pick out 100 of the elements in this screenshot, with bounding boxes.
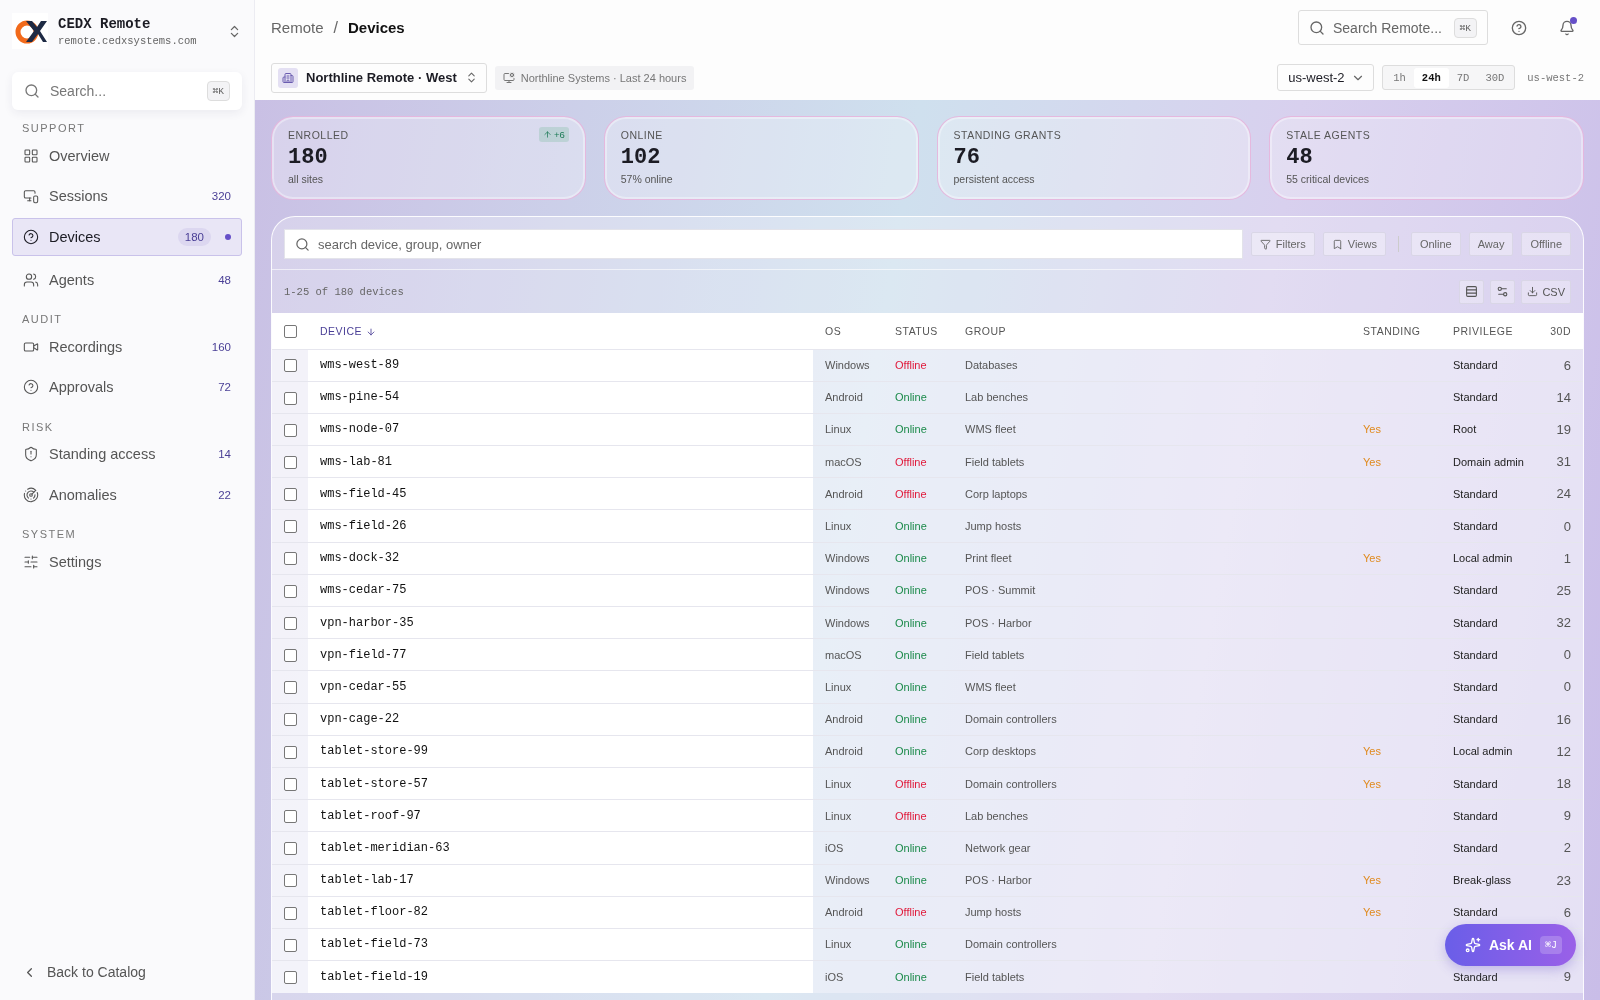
checkbox[interactable] xyxy=(284,713,297,727)
device-name[interactable]: tablet-field-73 xyxy=(308,928,813,961)
privilege-text: Standard xyxy=(1453,359,1498,372)
device-name[interactable]: wms-field-45 xyxy=(308,477,813,510)
checkbox[interactable] xyxy=(284,455,297,469)
range-option[interactable]: 1h xyxy=(1385,67,1414,88)
nav-item[interactable]: Approvals 72 xyxy=(12,368,242,406)
nav-item[interactable]: Settings xyxy=(12,542,242,581)
status-filter-chip[interactable]: Away xyxy=(1468,232,1514,256)
nav-item[interactable]: Standing access 14 xyxy=(12,435,242,473)
density-button[interactable] xyxy=(1459,279,1485,304)
breadcrumb-item[interactable]: Remote xyxy=(271,19,324,36)
range-option[interactable]: 30D xyxy=(1477,67,1513,88)
search-field[interactable]: Search... ⌘K xyxy=(12,72,242,110)
table-cell: iOS xyxy=(813,831,883,864)
checkbox[interactable] xyxy=(284,359,297,373)
privilege-text: Local admin xyxy=(1453,745,1513,758)
status-text: Offline xyxy=(895,359,927,372)
status-text: Online xyxy=(895,648,927,661)
device-name[interactable]: vpn-harbor-35 xyxy=(308,606,813,639)
help-icon xyxy=(1511,19,1527,36)
table-cell: WMS fleet xyxy=(953,413,1351,446)
status-filter-chip[interactable]: Offline xyxy=(1521,232,1571,256)
column-header[interactable]: PRIVILEGE xyxy=(1441,313,1531,349)
device-name[interactable]: tablet-store-99 xyxy=(308,735,813,768)
nav-item[interactable]: Recordings 160 xyxy=(12,327,242,366)
privilege-text: Standard xyxy=(1453,391,1498,404)
checkbox[interactable] xyxy=(284,423,297,437)
range-option[interactable]: 7D xyxy=(1448,67,1478,88)
device-name[interactable]: tablet-lab-17 xyxy=(308,864,813,897)
search-field[interactable]: Search Remote... ⌘K xyxy=(1298,10,1488,45)
nav-item[interactable]: Devices 180 xyxy=(12,217,242,256)
device-name[interactable]: wms-lab-81 xyxy=(308,445,813,478)
checkbox[interactable] xyxy=(284,584,297,598)
column-header[interactable]: STANDING xyxy=(1351,313,1441,349)
back-link[interactable]: Back to Catalog xyxy=(12,956,242,988)
shield-icon xyxy=(23,446,39,462)
device-name[interactable]: vpn-cage-22 xyxy=(308,703,813,736)
columns-button[interactable] xyxy=(1490,279,1516,304)
csv-button[interactable]: CSV xyxy=(1521,279,1571,304)
column-header[interactable]: STATUS xyxy=(883,313,953,349)
checkbox[interactable] xyxy=(284,842,297,856)
device-name[interactable]: wms-field-26 xyxy=(308,509,813,543)
privilege-text: Standard xyxy=(1453,777,1498,790)
column-header[interactable]: 30D xyxy=(1531,313,1583,349)
status-text: Online xyxy=(895,423,927,436)
checkbox[interactable] xyxy=(284,324,297,338)
checkbox[interactable] xyxy=(284,938,297,952)
column-header[interactable]: GROUP xyxy=(953,313,1351,349)
column-header[interactable]: DEVICE xyxy=(308,313,813,349)
checkbox[interactable] xyxy=(284,777,297,791)
device-name[interactable]: tablet-field-19 xyxy=(308,960,813,993)
checkbox[interactable] xyxy=(284,616,297,630)
nav-item[interactable]: Agents 48 xyxy=(12,260,242,299)
device-name[interactable]: wms-pine-54 xyxy=(308,381,813,414)
checkbox[interactable] xyxy=(284,391,297,405)
standing-text: Yes xyxy=(1363,906,1381,919)
device-name[interactable]: vpn-field-77 xyxy=(308,638,813,671)
device-name[interactable]: tablet-roof-97 xyxy=(308,799,813,832)
count-text: 6 xyxy=(1563,357,1571,373)
nav-item[interactable]: Anomalies 22 xyxy=(12,475,242,514)
status-text: Online xyxy=(895,552,927,565)
stat-caption: all sites xyxy=(288,173,324,185)
device-name[interactable]: wms-cedar-75 xyxy=(308,574,813,607)
sliders-icon xyxy=(1496,285,1510,298)
checkbox[interactable] xyxy=(284,745,297,759)
status-filter-chip[interactable]: Online xyxy=(1410,232,1461,256)
device-name[interactable]: wms-dock-32 xyxy=(308,542,813,575)
device-name[interactable]: wms-west-89 xyxy=(308,349,813,382)
device-name[interactable]: wms-node-07 xyxy=(308,413,813,446)
nav-item[interactable]: Overview xyxy=(12,136,242,175)
device-name[interactable]: tablet-meridian-63 xyxy=(308,831,813,864)
search-field[interactable]: search device, group, owner xyxy=(284,229,1243,259)
checkbox[interactable] xyxy=(284,552,297,566)
nav-item[interactable]: Sessions 320 xyxy=(12,177,242,215)
device-name[interactable]: tablet-store-57 xyxy=(308,767,813,800)
checkbox[interactable] xyxy=(284,488,297,502)
site-picker[interactable]: Northline Remote · West xyxy=(271,62,487,93)
region-code: us-west-2 xyxy=(1527,71,1584,84)
device-name[interactable]: vpn-cedar-55 xyxy=(308,670,813,704)
filters-button[interactable]: Filters xyxy=(1250,232,1315,256)
checkbox[interactable] xyxy=(284,810,297,823)
privilege-text: Break-glass xyxy=(1453,874,1512,887)
checkbox[interactable] xyxy=(284,906,297,920)
table-cell: Network gear xyxy=(953,831,1351,864)
range-option[interactable]: 24h xyxy=(1413,67,1449,88)
table-cell: Databases xyxy=(953,349,1351,382)
context-text: Northline Systems · Last 24 hours xyxy=(520,71,687,84)
checkbox[interactable] xyxy=(284,681,297,695)
checkbox[interactable] xyxy=(284,649,297,663)
privilege-text: Local admin xyxy=(1453,552,1513,565)
ask-ai-button[interactable]: Ask AI ⌘J xyxy=(1444,924,1576,966)
views-button[interactable]: Views xyxy=(1322,232,1386,256)
checkbox[interactable] xyxy=(284,971,297,985)
device-name[interactable]: tablet-floor-82 xyxy=(308,896,813,929)
column-header[interactable]: OS xyxy=(813,313,883,349)
checkbox[interactable] xyxy=(284,874,297,888)
brand-name: CEDX Remote xyxy=(58,15,152,32)
region-select[interactable]: us-west-2 xyxy=(1277,64,1375,91)
checkbox[interactable] xyxy=(284,520,297,534)
